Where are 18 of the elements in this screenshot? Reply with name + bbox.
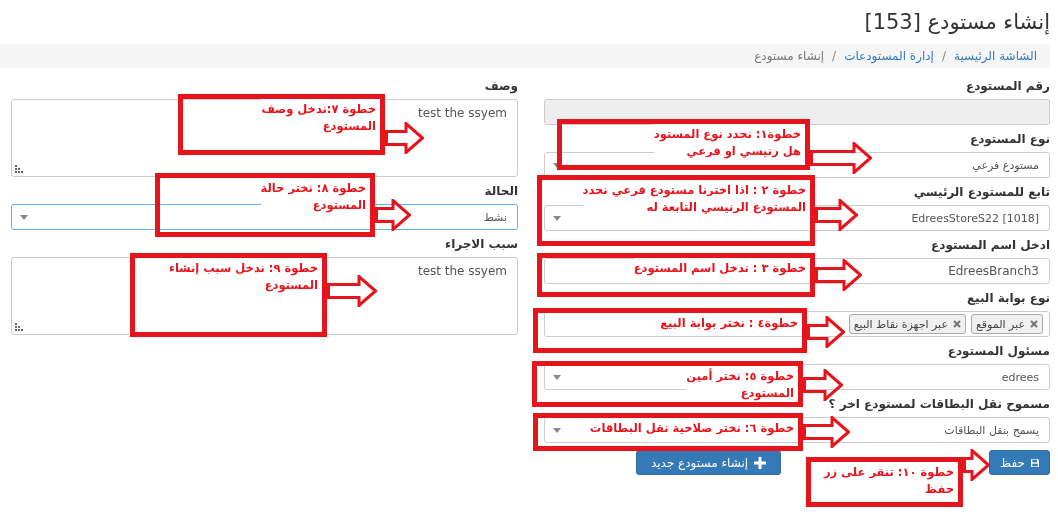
field-label: الحالة: [484, 183, 518, 200]
field-label: مسموح نقل البطاقات لمستودع اخر ؟: [828, 396, 1050, 414]
annotation-text: خطوة١: نحدد نوع المستود هل رنيسي او فرعي: [653, 124, 805, 160]
page-title: إنشاء مستودع [153]: [863, 9, 1051, 34]
field-label: رقم المستودع: [966, 78, 1050, 96]
field-label: تابع للمستودع الرئيسي: [913, 184, 1050, 202]
breadcrumb-separator: /: [941, 49, 946, 63]
breadcrumb-separator: /: [832, 49, 837, 63]
field-label: وصف: [484, 78, 518, 96]
field-label: مسئول المستودع: [947, 343, 1050, 361]
breadcrumb-current: إنشاء مستودع: [754, 49, 825, 63]
annotation-text: خطوة ٣ : ندخل اسم المستودع: [633, 258, 810, 277]
field-label: نوع المستودع: [969, 131, 1050, 149]
field-label: ادخل اسم المستودع: [931, 237, 1050, 255]
field-label: سبب الاجراء: [445, 236, 518, 253]
annotation-text: خطوة ٥: نختر أمين المستودع: [686, 366, 798, 402]
annotation-text: خطوة ٧:ندخل وصف المستودع: [261, 99, 380, 135]
field-label: نوع بوابة البيع: [966, 290, 1050, 308]
